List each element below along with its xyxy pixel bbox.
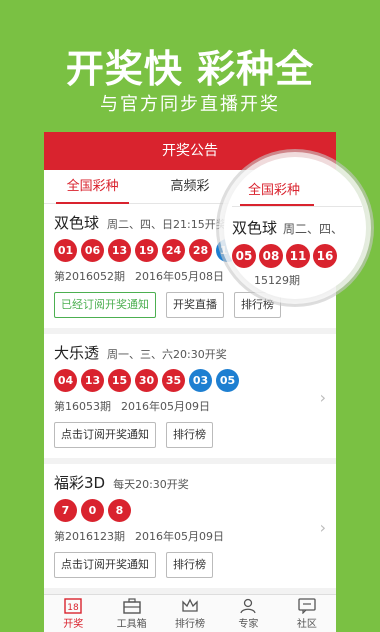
nav-label: 社区: [296, 618, 317, 630]
bottom-nav: 18 开奖 工具箱 排行榜 专家 社区: [44, 594, 336, 632]
draw-schedule: 周一、三、六20:30开奖: [107, 348, 227, 361]
chat-icon: [298, 597, 316, 614]
subscribe-notify-button[interactable]: 点击订阅开奖通知: [54, 422, 156, 448]
magnified-schedule: 周二、四、: [283, 222, 344, 236]
lottery-card-dlt[interactable]: 大乐透 周一、三、六20:30开奖 04 13 15 30 35 03 05 第…: [44, 334, 336, 464]
subscribe-notify-button[interactable]: 点击订阅开奖通知: [54, 552, 156, 578]
red-ball: 35: [162, 369, 185, 392]
red-ball: 05: [232, 244, 256, 268]
red-ball: 04: [54, 369, 77, 392]
red-ball: 0: [81, 499, 104, 522]
draw-schedule: 每天20:30开奖: [113, 478, 189, 491]
nav-item-ranking[interactable]: 排行榜: [161, 595, 219, 632]
ranking-button[interactable]: 排行榜: [166, 422, 213, 448]
lottery-name: 双色球: [54, 214, 100, 232]
red-ball: 24: [162, 239, 185, 262]
red-ball: 8: [108, 499, 131, 522]
red-ball: 7: [54, 499, 77, 522]
magnified-divider: [232, 206, 362, 207]
nav-label: 工具箱: [116, 618, 147, 630]
ranking-button[interactable]: 排行榜: [166, 552, 213, 578]
lottery-card-3d[interactable]: 福彩3D 每天20:30开奖 7 0 8 第2016123期 2016年05月0…: [44, 464, 336, 594]
tab-national[interactable]: 全国彩种: [44, 170, 141, 203]
lottery-name: 大乐透: [54, 344, 100, 362]
chevron-right-icon[interactable]: ›: [320, 518, 326, 537]
crown-icon: [181, 598, 199, 614]
nav-label: 专家: [238, 618, 259, 630]
red-ball: 16: [313, 244, 337, 268]
red-ball: 13: [81, 369, 104, 392]
svg-text:18: 18: [67, 603, 79, 613]
lottery-name: 福彩3D: [54, 474, 106, 492]
nav-item-expert[interactable]: 专家: [219, 595, 277, 632]
red-ball: 15: [108, 369, 131, 392]
blue-ball: 03: [189, 369, 212, 392]
draw-schedule: 周二、四、日21:15开奖: [107, 218, 227, 231]
nav-label: 排行榜: [175, 618, 206, 630]
subscribed-notify-button[interactable]: 已经订阅开奖通知: [54, 292, 156, 318]
draw-date: 2016年05月09日: [135, 530, 224, 543]
toolbox-icon: [122, 597, 141, 614]
red-ball: 11: [286, 244, 310, 268]
red-ball: 06: [81, 239, 104, 262]
promo-subline: 与官方同步直播开奖: [100, 94, 280, 115]
issue-number: 第2016123期: [54, 530, 125, 543]
blue-ball: 05: [216, 369, 239, 392]
issue-number: 第16053期: [54, 400, 111, 413]
nav-item-toolbox[interactable]: 工具箱: [102, 595, 160, 632]
chevron-right-icon[interactable]: ›: [320, 388, 326, 407]
red-ball: 30: [135, 369, 158, 392]
magnified-tab: 全国彩种: [248, 183, 301, 198]
red-ball: 01: [54, 239, 77, 262]
red-ball: 19: [135, 239, 158, 262]
tab-high-frequency[interactable]: 高频彩: [141, 170, 238, 203]
magnified-numbers: 05 08 11 16: [232, 244, 362, 268]
draw-date: 2016年05月08日: [135, 270, 224, 283]
nav-item-draw[interactable]: 18 开奖: [44, 595, 102, 632]
magnifier-overlay: 全国彩种 双色球 周二、四、 05 08 11 16 15129期: [224, 157, 366, 299]
winning-numbers: 7 0 8: [54, 499, 326, 522]
nav-label: 开奖: [63, 618, 84, 630]
draw-date: 2016年05月09日: [121, 400, 210, 413]
issue-number: 第2016052期: [54, 270, 125, 283]
magnified-issue: 15129期: [254, 274, 300, 287]
live-draw-button[interactable]: 开奖直播: [166, 292, 224, 318]
nav-item-community[interactable]: 社区: [278, 595, 336, 632]
magnified-lottery-name: 双色球: [232, 219, 278, 237]
person-icon: [239, 598, 257, 614]
red-ball: 28: [189, 239, 212, 262]
red-ball: 13: [108, 239, 131, 262]
calendar-18-icon: 18: [64, 597, 82, 614]
promo-headline: 开奖快 彩种全: [65, 47, 315, 91]
winning-numbers: 04 13 15 30 35 03 05: [54, 369, 326, 392]
red-ball: 08: [259, 244, 283, 268]
